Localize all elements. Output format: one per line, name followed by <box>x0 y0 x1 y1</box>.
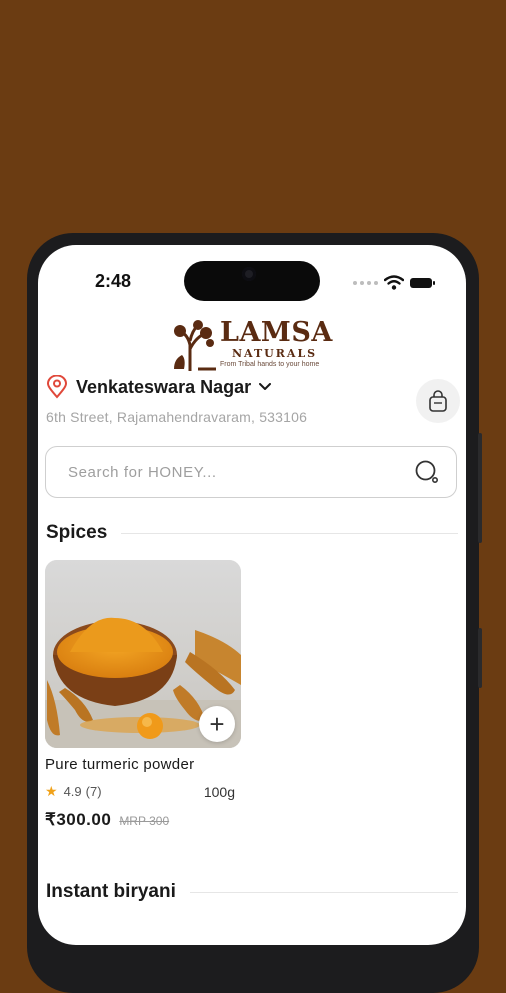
camera-icon <box>242 267 256 281</box>
product-mrp: MRP 300 <box>119 814 170 828</box>
product-card[interactable]: + Pure turmeric powder ★ 4.9 (7) 100g ₹3… <box>45 560 241 830</box>
status-time: 2:48 <box>95 271 132 291</box>
product-weight: 100g <box>203 783 235 800</box>
phone-side-button <box>478 628 482 688</box>
brand-name: LAMSA <box>220 317 333 348</box>
price-row: ₹300.00 MRP 300 <box>45 810 241 830</box>
section-divider <box>189 891 458 893</box>
brand-logo: LAMSA NATURALS From Tribal hands to your… <box>170 319 340 373</box>
search-icon[interactable] <box>414 459 440 485</box>
search-bar[interactable] <box>45 446 457 498</box>
app-screen: 2:48 LAMSA NATURALS From Tribal hands to… <box>38 245 466 945</box>
location-address: 6th Street, Rajamahendravaram, 533106 <box>46 409 308 425</box>
location-pin-icon <box>46 375 68 399</box>
tree-logo-icon <box>174 320 216 371</box>
product-name: Pure turmeric powder <box>45 756 195 773</box>
product-image[interactable]: + <box>45 560 241 748</box>
product-meta: ★ 4.9 (7) 100g <box>45 783 235 800</box>
brand-subtitle: NATURALS <box>232 347 318 360</box>
product-price: ₹300.00 <box>45 810 112 829</box>
wifi-icon <box>384 275 404 290</box>
dynamic-island <box>184 261 320 301</box>
star-icon: ★ <box>45 783 58 799</box>
rating-count: (7) <box>85 784 102 799</box>
product-rating: ★ 4.9 (7) <box>45 783 102 800</box>
brand-tagline: From Tribal hands to your home <box>220 361 320 368</box>
phone-side-button <box>478 433 482 543</box>
battery-icon <box>410 277 435 288</box>
add-to-cart-button[interactable]: + <box>199 706 235 742</box>
rating-value: 4.9 <box>63 784 82 799</box>
location-name: Venkateswara Nagar <box>76 376 252 397</box>
section-header-spices: Spices <box>46 522 458 544</box>
chevron-down-icon <box>259 383 272 390</box>
status-icons <box>353 275 435 290</box>
section-divider <box>121 532 458 534</box>
bag-icon <box>429 390 447 412</box>
section-title: Spices <box>46 522 108 543</box>
search-input[interactable] <box>66 462 414 482</box>
cart-button[interactable] <box>416 379 460 423</box>
signal-icon <box>353 280 378 285</box>
location-selector[interactable]: Venkateswara Nagar <box>46 375 272 399</box>
